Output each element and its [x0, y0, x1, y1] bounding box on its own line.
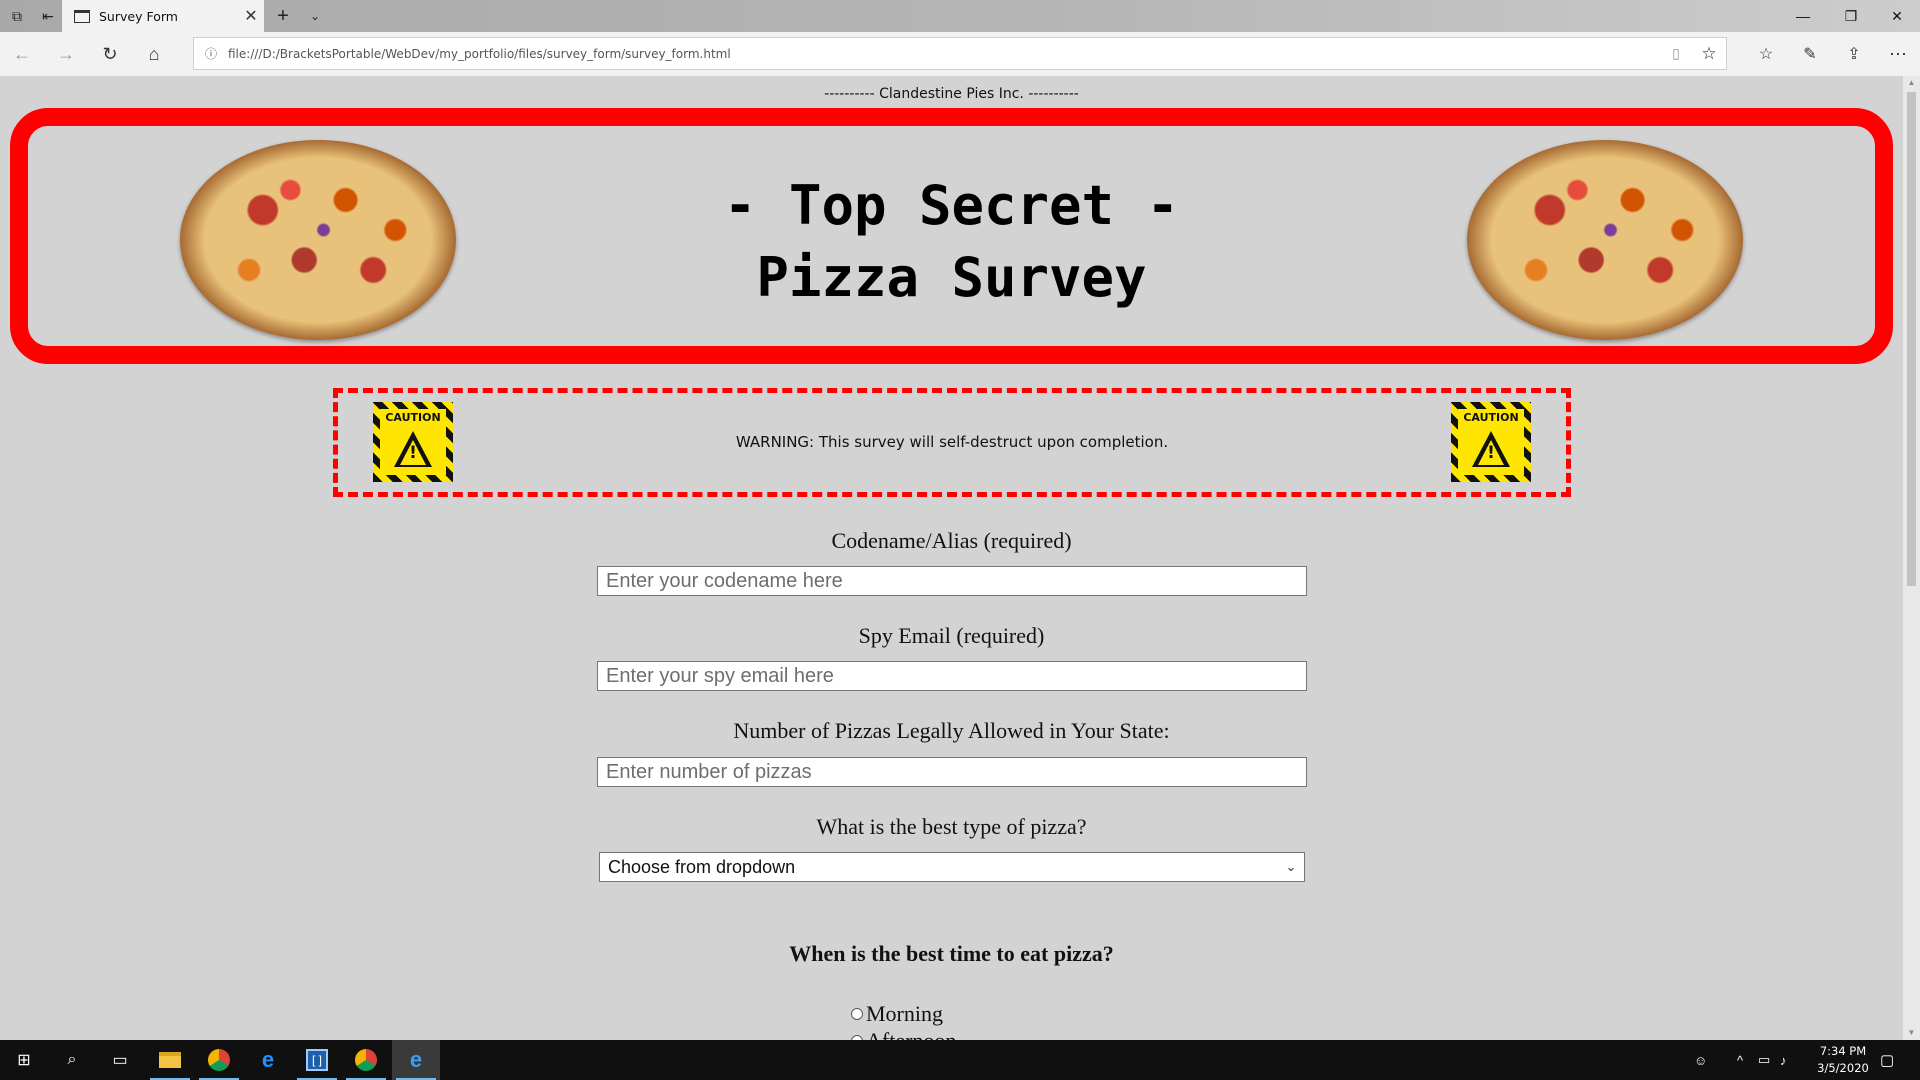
radio-option-afternoon[interactable]: Afternoon	[851, 1028, 956, 1040]
back-icon[interactable]: ←	[2, 32, 42, 76]
page-viewport: ---------- Clandestine Pies Inc. -------…	[0, 76, 1903, 1040]
dropdown-selected-value: Choose from dropdown	[608, 856, 796, 877]
codename-input[interactable]	[597, 566, 1307, 596]
forward-icon[interactable]: →	[46, 32, 86, 76]
taskbar: ⊞ ⌕ ▭ e [ ] e ☺ ^ ▭ ♪ 7:34 PM 3/5/2020 ▢	[0, 1040, 1920, 1080]
action-center-icon[interactable]: ▢	[1880, 1040, 1894, 1080]
new-tab-icon[interactable]: +	[268, 0, 298, 32]
codename-label: Codename/Alias (required)	[831, 528, 1072, 553]
windows-start-icon[interactable]: ⊞	[0, 1040, 48, 1080]
minimize-icon[interactable]: —	[1780, 0, 1826, 32]
close-tab-icon[interactable]: ✕	[238, 6, 264, 26]
scroll-down-icon[interactable]: ▼	[1903, 1026, 1920, 1040]
pizza-image-right	[1467, 140, 1743, 340]
edge-icon[interactable]: e	[392, 1040, 440, 1080]
volume-icon[interactable]: ♪	[1780, 1040, 1787, 1080]
pizzas-label: Number of Pizzas Legally Allowed in Your…	[733, 718, 1170, 743]
email-input[interactable]	[597, 661, 1307, 691]
time-question-heading: When is the best time to eat pizza?	[789, 941, 1114, 966]
email-label: Spy Email (required)	[858, 623, 1045, 648]
site-info-icon[interactable]: ⓘ	[194, 45, 228, 62]
brackets-icon[interactable]: [ ]	[293, 1040, 341, 1080]
radio-button[interactable]	[851, 1008, 863, 1020]
system-clock[interactable]: 7:34 PM 3/5/2020	[1808, 1043, 1878, 1077]
favorites-list-icon[interactable]: ☆	[1746, 32, 1786, 76]
pizza-type-label: What is the best type of pizza?	[816, 814, 1087, 839]
window-close-icon[interactable]: ✕	[1874, 0, 1920, 32]
home-icon[interactable]: ⌂	[134, 32, 174, 76]
tab-actions-icon[interactable]: ⧉	[2, 0, 32, 32]
favorite-star-icon[interactable]: ☆	[1692, 44, 1726, 64]
chevron-down-icon: ⌄	[1285, 859, 1297, 874]
tab-list-chevron-icon[interactable]: ⌄	[300, 0, 330, 32]
header-banner: - Top Secret - Pizza Survey	[10, 108, 1893, 364]
warning-box: CAUTION ! WARNING: This survey will self…	[333, 388, 1571, 497]
tab-survey-form[interactable]: Survey Form ✕	[62, 0, 264, 32]
show-hidden-icons-chevron-icon[interactable]: ^	[1737, 1040, 1743, 1080]
reading-view-icon[interactable]: ▯	[1660, 45, 1692, 62]
search-icon[interactable]: ⌕	[48, 1040, 96, 1080]
clock-date: 3/5/2020	[1817, 1061, 1869, 1075]
scroll-up-icon[interactable]: ▲	[1903, 76, 1920, 90]
task-view-icon[interactable]: ▭	[96, 1040, 144, 1080]
network-icon[interactable]: ▭	[1758, 1040, 1770, 1080]
tab-title: Survey Form	[99, 8, 178, 24]
people-icon[interactable]: ☺	[1694, 1040, 1707, 1080]
file-explorer-icon[interactable]	[146, 1040, 194, 1080]
pen-icon[interactable]: ✎	[1790, 32, 1830, 76]
chrome-icon[interactable]	[342, 1040, 390, 1080]
radio-label: Morning	[866, 1001, 943, 1026]
radio-label: Afternoon	[866, 1028, 956, 1040]
caution-label: CAUTION	[1463, 411, 1519, 424]
refresh-icon[interactable]: ↻	[90, 32, 130, 76]
address-bar[interactable]: ⓘ file:///D:/BracketsPortable/WebDev/my_…	[193, 37, 1727, 70]
share-icon[interactable]: ⇪	[1834, 32, 1874, 76]
radio-option-morning[interactable]: Morning	[851, 1001, 943, 1027]
page-icon	[74, 9, 90, 23]
scroll-thumb[interactable]	[1907, 92, 1916, 586]
pizzas-input[interactable]	[597, 757, 1307, 787]
page-scrollbar[interactable]: ▲ ▼	[1903, 76, 1920, 1040]
company-name: ---------- Clandestine Pies Inc. -------…	[824, 86, 1079, 102]
caution-label: CAUTION	[385, 411, 441, 424]
more-options-icon[interactable]: ⋯	[1878, 32, 1918, 76]
warning-text: WARNING: This survey will self-destruct …	[735, 433, 1169, 451]
clock-time: 7:34 PM	[1819, 1044, 1867, 1058]
internet-explorer-icon[interactable]: e	[244, 1040, 292, 1080]
restore-icon[interactable]: ❐	[1828, 0, 1874, 32]
pizza-type-dropdown[interactable]: Choose from dropdown ⌄	[599, 852, 1305, 882]
caution-sign-right: CAUTION !	[1451, 402, 1531, 482]
navigation-bar: ← → ↻ ⌂ ⓘ file:///D:/BracketsPortable/We…	[0, 32, 1920, 76]
url-text[interactable]: file:///D:/BracketsPortable/WebDev/my_po…	[228, 47, 1660, 61]
chrome-icon[interactable]	[195, 1040, 243, 1080]
title-bar: ⧉ ⇤ Survey Form ✕ + ⌄ — ❐ ✕	[0, 0, 1920, 32]
set-tabs-aside-icon[interactable]: ⇤	[33, 0, 63, 32]
